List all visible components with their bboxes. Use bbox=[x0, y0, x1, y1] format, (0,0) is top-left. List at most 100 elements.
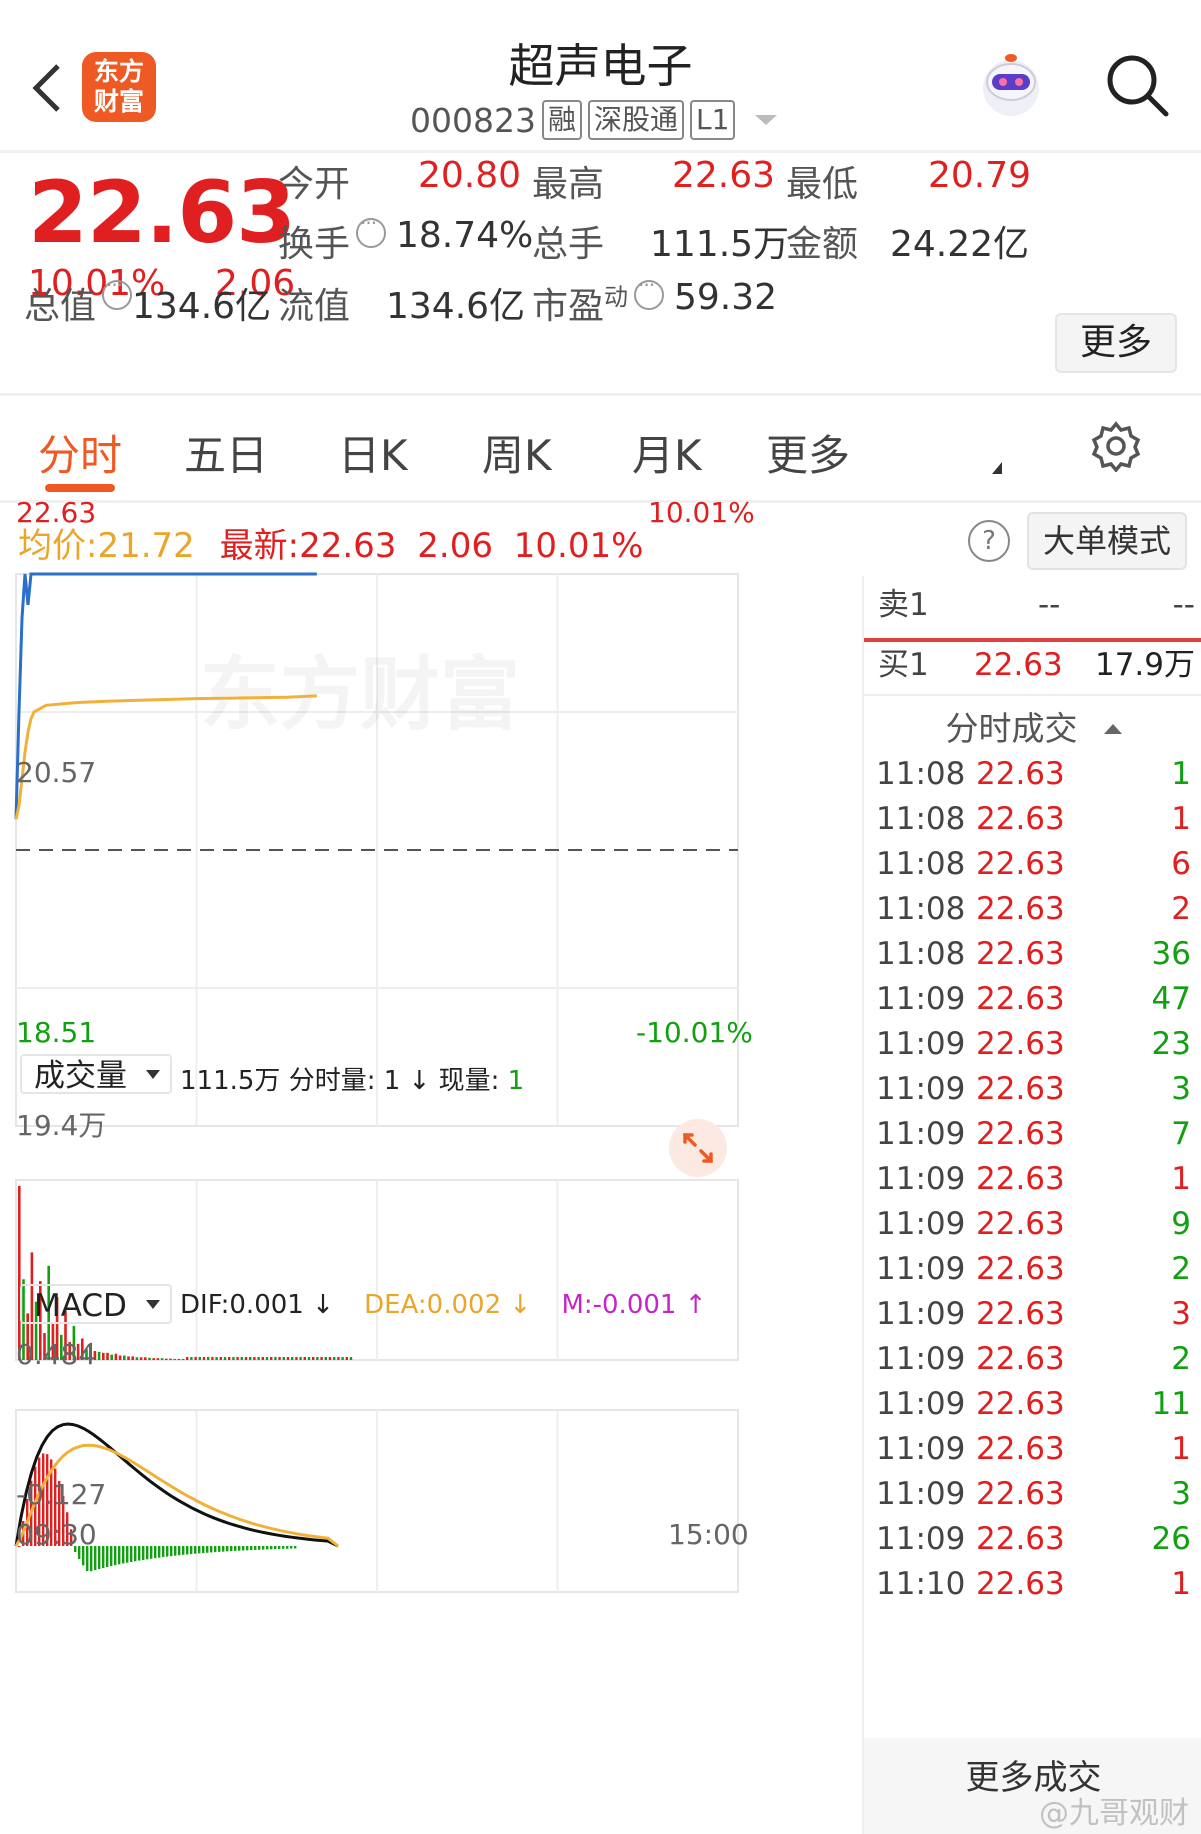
volume-bar bbox=[135, 1357, 139, 1360]
tab-monthly-k[interactable]: 月K bbox=[632, 422, 702, 483]
macd-bar bbox=[226, 1545, 229, 1552]
macd-bar bbox=[246, 1545, 249, 1551]
volume-bar bbox=[202, 1357, 206, 1360]
expand-icon[interactable] bbox=[668, 1118, 728, 1178]
intraday-chart-area[interactable]: 东方财富 22.63 10.01% 20.57 18.51 -10.01% 成交… bbox=[0, 496, 862, 1834]
volume-bar bbox=[274, 1357, 277, 1360]
volume-bar bbox=[139, 1357, 143, 1360]
volume-bar bbox=[349, 1357, 353, 1360]
trade-price: 22.63 bbox=[976, 846, 1065, 882]
volume-bar bbox=[102, 1352, 105, 1360]
amount-value: 24.22亿 bbox=[890, 224, 1030, 265]
volume-bar bbox=[177, 1358, 181, 1360]
volume-bar bbox=[186, 1357, 189, 1360]
volume-bar bbox=[341, 1357, 344, 1360]
macd-bar bbox=[234, 1545, 237, 1551]
macd-bottom-label: -0.127 bbox=[16, 1478, 107, 1511]
info-icon[interactable] bbox=[356, 211, 387, 248]
volume-bar bbox=[144, 1357, 147, 1360]
trade-row: 11:09 22.63 7 bbox=[876, 1112, 1191, 1156]
volume-indicator-selector[interactable]: 成交量 bbox=[20, 1054, 172, 1094]
macd-bar bbox=[162, 1545, 165, 1558]
macd-bar bbox=[186, 1545, 189, 1555]
volume-bar bbox=[316, 1357, 319, 1360]
macd-indicator-selector[interactable]: MACD bbox=[20, 1284, 172, 1324]
info-icon[interactable] bbox=[634, 273, 665, 310]
level-tag: L1 bbox=[690, 100, 736, 140]
volume-bar bbox=[165, 1358, 168, 1360]
settings-gear-icon[interactable] bbox=[1090, 420, 1142, 472]
trade-volume: 2 bbox=[1171, 1251, 1191, 1287]
trade-row: 11:09 22.63 3 bbox=[876, 1292, 1191, 1336]
macd-bar bbox=[282, 1545, 285, 1549]
tab-more[interactable]: 更多 bbox=[766, 422, 850, 483]
macd-bar bbox=[174, 1545, 177, 1556]
trade-price: 22.63 bbox=[976, 1206, 1065, 1242]
trade-volume: 2 bbox=[1171, 891, 1191, 927]
trade-volume: 3 bbox=[1171, 1476, 1191, 1512]
tab-five-day[interactable]: 五日 bbox=[184, 422, 268, 483]
tab-weekly-k[interactable]: 周K bbox=[482, 422, 552, 483]
macd-bar bbox=[110, 1545, 113, 1567]
volume-bar bbox=[127, 1356, 130, 1360]
trade-price: 22.63 bbox=[976, 1116, 1065, 1152]
volume-bar bbox=[114, 1353, 118, 1360]
trade-volume: 1 bbox=[1171, 1161, 1191, 1197]
trade-time: 11:09 bbox=[876, 1431, 966, 1467]
macd-bar bbox=[222, 1545, 225, 1552]
pe-stat[interactable]: 市盈动 bbox=[532, 273, 665, 329]
help-icon[interactable]: ? bbox=[968, 520, 1010, 562]
macd-bar bbox=[238, 1545, 241, 1551]
macd-bar bbox=[146, 1545, 149, 1560]
amount-stat: 金额 bbox=[786, 224, 859, 265]
macd-summary: DIF:0.001 ↓ DEA:0.002 ↓ M:-0.001 ↑ bbox=[180, 1290, 707, 1320]
prev-close-label: 20.57 bbox=[16, 756, 97, 789]
chart-tabs: 分时 五日 日K 周K 月K 更多 bbox=[0, 396, 1201, 503]
volume-bar bbox=[173, 1358, 176, 1360]
y-top-label: 22.63 bbox=[16, 496, 97, 529]
trade-price: 22.63 bbox=[976, 801, 1065, 837]
more-caret-icon bbox=[992, 462, 1002, 474]
stock-code-row[interactable]: 000823 融 深股通 L1 bbox=[410, 100, 778, 140]
bid-1-row: 买1 22.63 17.9万 bbox=[878, 647, 1195, 683]
x-start-label: 09:30 bbox=[16, 1518, 97, 1551]
volume-bar bbox=[303, 1357, 306, 1360]
market-cap-stat[interactable]: 总值 bbox=[24, 273, 133, 329]
more-stats-button[interactable]: 更多 bbox=[1055, 313, 1177, 373]
trade-row: 11:09 22.63 23 bbox=[876, 1022, 1191, 1066]
macd-bar bbox=[118, 1545, 121, 1565]
info-icon[interactable] bbox=[102, 273, 133, 310]
volume-bar bbox=[286, 1357, 290, 1360]
macd-bar bbox=[194, 1545, 197, 1554]
volume-bar bbox=[282, 1357, 285, 1360]
pe-value: 59.32 bbox=[674, 277, 778, 318]
trade-time: 11:08 bbox=[876, 846, 966, 882]
tab-intraday[interactable]: 分时 bbox=[38, 422, 122, 483]
volume-bar bbox=[123, 1355, 126, 1360]
trade-row: 11:08 22.63 6 bbox=[876, 842, 1191, 886]
search-icon[interactable] bbox=[1102, 50, 1172, 120]
trade-time: 11:09 bbox=[876, 1251, 966, 1287]
volume-stat: 总手 bbox=[532, 224, 605, 265]
trade-row: 11:08 22.63 2 bbox=[876, 887, 1191, 931]
chevron-down-icon[interactable] bbox=[755, 115, 778, 125]
trade-price: 22.63 bbox=[976, 1251, 1065, 1287]
trade-volume: 6 bbox=[1171, 846, 1191, 882]
big-order-mode-button[interactable]: 大单模式 bbox=[1027, 512, 1187, 570]
trade-volume: 7 bbox=[1171, 1116, 1191, 1152]
trade-row: 11:09 22.63 1 bbox=[876, 1157, 1191, 1201]
trade-row: 11:09 22.63 47 bbox=[876, 977, 1191, 1021]
robot-assistant-icon[interactable] bbox=[975, 48, 1047, 120]
macd-bar bbox=[190, 1545, 193, 1555]
high-value: 22.63 bbox=[672, 155, 776, 196]
dea-value: DEA:0.002 ↓ bbox=[364, 1290, 532, 1320]
macd-bar bbox=[206, 1545, 209, 1553]
turnover-stat[interactable]: 换手 bbox=[278, 211, 387, 267]
high-stat: 最高 bbox=[532, 164, 605, 205]
tab-daily-k[interactable]: 日K bbox=[338, 422, 408, 483]
volume-bar bbox=[270, 1357, 273, 1360]
y-bottom-label: 18.51 bbox=[16, 1016, 97, 1049]
volume-bars bbox=[18, 1186, 353, 1360]
trades-header[interactable]: 分时成交 bbox=[864, 702, 1201, 750]
volume-bar bbox=[106, 1352, 109, 1360]
